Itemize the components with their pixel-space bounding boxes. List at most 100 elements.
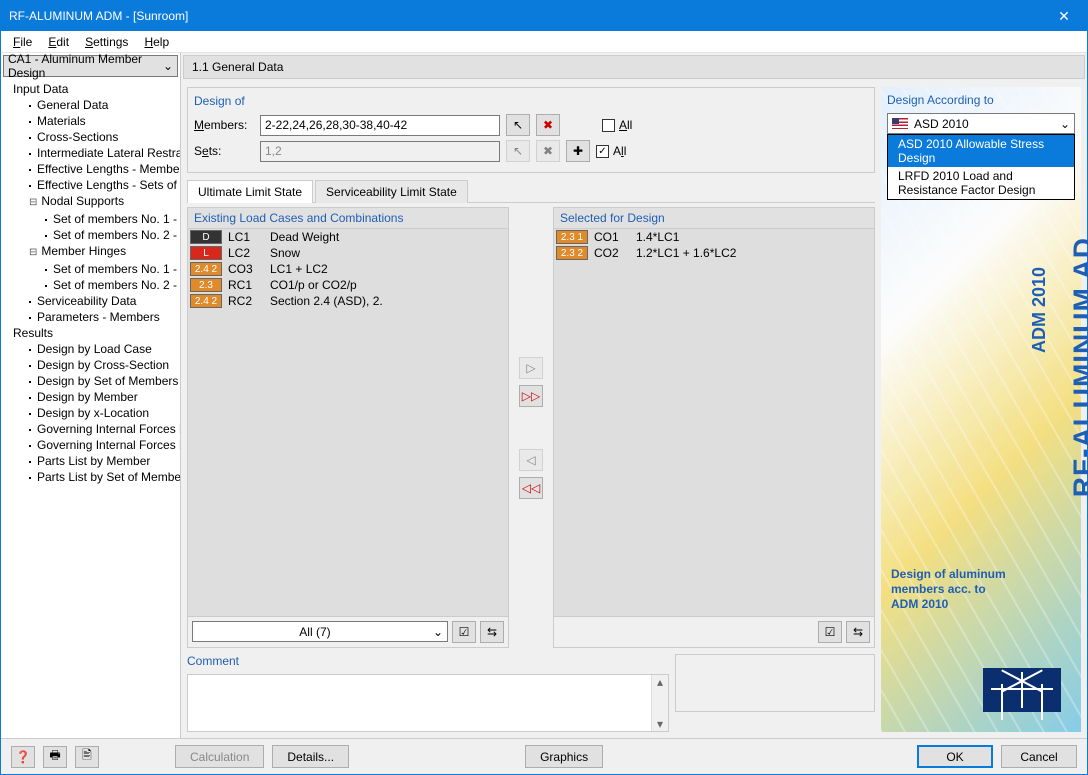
tree-item[interactable]: Serviceability Data: [1, 293, 180, 309]
menu-file[interactable]: File: [5, 33, 40, 51]
desc: 1.4*LC1: [636, 230, 679, 244]
tree-item[interactable]: Effective Lengths - Sets of Mem: [1, 177, 180, 193]
list-item[interactable]: DLC1Dead Weight: [188, 229, 508, 245]
design-according-group: Design According to ASD 2010 ⌄ ASD 2010 …: [881, 87, 1081, 206]
help-icon[interactable]: ❓: [11, 746, 35, 768]
select-all-icon[interactable]: ☑: [452, 621, 476, 643]
chevron-down-icon: ⌄: [1060, 117, 1070, 131]
main-panel: 1.1 General Data Design of Members: 2-22…: [181, 53, 1087, 738]
tag-badge: 2.4 2: [190, 262, 222, 276]
tab-sls[interactable]: Serviceability Limit State: [315, 180, 468, 203]
selected-header: Selected for Design: [554, 208, 874, 229]
sets-input: 1,2: [260, 141, 500, 162]
tree-item[interactable]: Materials: [1, 113, 180, 129]
desc: LC1 + LC2: [270, 262, 328, 276]
tree-hinges[interactable]: Member Hinges: [1, 243, 180, 261]
add-one-icon: ▷: [519, 357, 543, 379]
tree-item[interactable]: Intermediate Lateral Restraints: [1, 145, 180, 161]
menubar: File Edit Settings Help: [1, 31, 1087, 53]
nav-tree[interactable]: Input Data General Data Materials Cross-…: [1, 79, 180, 738]
remove-one-icon: ◁: [519, 449, 543, 471]
sets-all-check[interactable]: ✓All: [596, 144, 626, 158]
list-item[interactable]: 2.4 2RC2Section 2.4 (ASD), 2.: [188, 293, 508, 309]
list-item[interactable]: 2.3 1CO11.4*LC1: [554, 229, 874, 245]
tree-item[interactable]: Set of members No. 1 - Cor: [1, 261, 180, 277]
tab-uls[interactable]: Ultimate Limit State: [187, 180, 313, 203]
tree-item[interactable]: Cross-Sections: [1, 129, 180, 145]
code: LC2: [228, 246, 264, 260]
list-item[interactable]: 2.4 2 CO3 LC1 + LC2: [188, 261, 508, 277]
tree-item[interactable]: Parts List by Member: [1, 453, 180, 469]
according-value: ASD 2010: [914, 117, 969, 131]
tree-item[interactable]: Design by Cross-Section: [1, 357, 180, 373]
invert-icon[interactable]: ⇆: [846, 621, 870, 643]
export-icon[interactable]: 🖹: [75, 746, 99, 768]
group-title: Design of: [194, 94, 868, 108]
members-all-check[interactable]: All: [602, 118, 632, 132]
option-asd[interactable]: ASD 2010 Allowable Stress Design: [888, 135, 1074, 167]
logo-icon: [983, 668, 1061, 712]
brand-subtext: ADM 2010: [1029, 267, 1050, 353]
print-icon[interactable]: 🖶: [43, 746, 67, 768]
design-of-group: Design of Members: 2-22,24,26,28,30-38,4…: [187, 87, 875, 173]
tree-item[interactable]: Design by x-Location: [1, 405, 180, 421]
ok-button[interactable]: OK: [917, 745, 993, 768]
tree-item[interactable]: Set of members No. 2 - Cor: [1, 277, 180, 293]
members-input[interactable]: 2-22,24,26,28,30-38,40-42: [260, 115, 500, 136]
case-combo-text: CA1 - Aluminum Member Design: [8, 53, 163, 80]
desc: CO1/p or CO2/p: [270, 278, 357, 292]
graphics-button[interactable]: Graphics: [525, 745, 603, 768]
tag-badge: D: [190, 230, 222, 244]
menu-edit[interactable]: Edit: [40, 33, 77, 51]
cancel-button[interactable]: Cancel: [1001, 745, 1077, 768]
tree-item[interactable]: General Data: [1, 97, 180, 113]
existing-body[interactable]: DLC1Dead WeightLLC2Snow2.4 2 CO3 LC1 + LC2…: [188, 229, 508, 616]
desc: Section 2.4 (ASD), 2.: [270, 294, 383, 308]
sets-label: Sets:: [194, 144, 254, 158]
tree-item[interactable]: Parameters - Members: [1, 309, 180, 325]
tree-input[interactable]: Input Data: [1, 81, 180, 97]
list-item[interactable]: LLC2Snow: [188, 245, 508, 261]
desc: Dead Weight: [270, 230, 339, 244]
details-button[interactable]: Details...: [272, 745, 349, 768]
tree-item[interactable]: Design by Set of Members: [1, 373, 180, 389]
tree-item[interactable]: Design by Member: [1, 389, 180, 405]
tag-badge: 2.3: [190, 278, 222, 292]
tree-item[interactable]: Parts List by Set of Members: [1, 469, 180, 485]
menu-help[interactable]: Help: [136, 33, 177, 51]
existing-header: Existing Load Cases and Combinations: [188, 208, 508, 229]
new-set-icon[interactable]: ✚: [566, 140, 590, 162]
tree-item[interactable]: Design by Load Case: [1, 341, 180, 357]
comment-input[interactable]: ▴▾: [187, 674, 669, 732]
selected-list: Selected for Design 2.3 1CO11.4*LC12.3 2…: [553, 207, 875, 648]
list-item[interactable]: 2.3 2CO21.2*LC1 + 1.6*LC2: [554, 245, 874, 261]
right-panel: Design According to ASD 2010 ⌄ ASD 2010 …: [881, 87, 1081, 732]
selected-body[interactable]: 2.3 1CO11.4*LC12.3 2CO21.2*LC1 + 1.6*LC2: [554, 229, 874, 616]
filter-combo[interactable]: All (7)⌄: [192, 621, 448, 642]
tree-results[interactable]: Results: [1, 325, 180, 341]
existing-list: Existing Load Cases and Combinations DLC…: [187, 207, 509, 648]
delete-members-icon[interactable]: ✖: [536, 114, 560, 136]
tree-item[interactable]: Set of members No. 1 - Cor: [1, 211, 180, 227]
code: CO1: [594, 230, 630, 244]
tree-item[interactable]: Governing Internal Forces by Se: [1, 437, 180, 453]
tree-item[interactable]: Governing Internal Forces by M: [1, 421, 180, 437]
code: CO3: [228, 262, 264, 276]
remove-all-icon[interactable]: ◁◁: [519, 477, 543, 499]
brand-desc: Design of aluminummembers acc. toADM 201…: [891, 567, 1006, 612]
tree-item[interactable]: Set of members No. 2 - Cor: [1, 227, 180, 243]
case-combo[interactable]: CA1 - Aluminum Member Design ⌄: [3, 55, 178, 77]
select-all-icon[interactable]: ☑: [818, 621, 842, 643]
menu-settings[interactable]: Settings: [77, 33, 136, 51]
according-select[interactable]: ASD 2010 ⌄: [887, 113, 1075, 134]
scrollbar[interactable]: ▴▾: [651, 675, 668, 731]
pick-members-icon[interactable]: ↖: [506, 114, 530, 136]
close-button[interactable]: ✕: [1041, 1, 1087, 31]
tree-item[interactable]: Effective Lengths - Members: [1, 161, 180, 177]
flag-icon: [892, 118, 908, 129]
list-item[interactable]: 2.3RC1CO1/p or CO2/p: [188, 277, 508, 293]
tree-nodal[interactable]: Nodal Supports: [1, 193, 180, 211]
invert-icon[interactable]: ⇆: [480, 621, 504, 643]
add-all-icon[interactable]: ▷▷: [519, 385, 543, 407]
option-lrfd[interactable]: LRFD 2010 Load and Resistance Factor Des…: [888, 167, 1074, 199]
